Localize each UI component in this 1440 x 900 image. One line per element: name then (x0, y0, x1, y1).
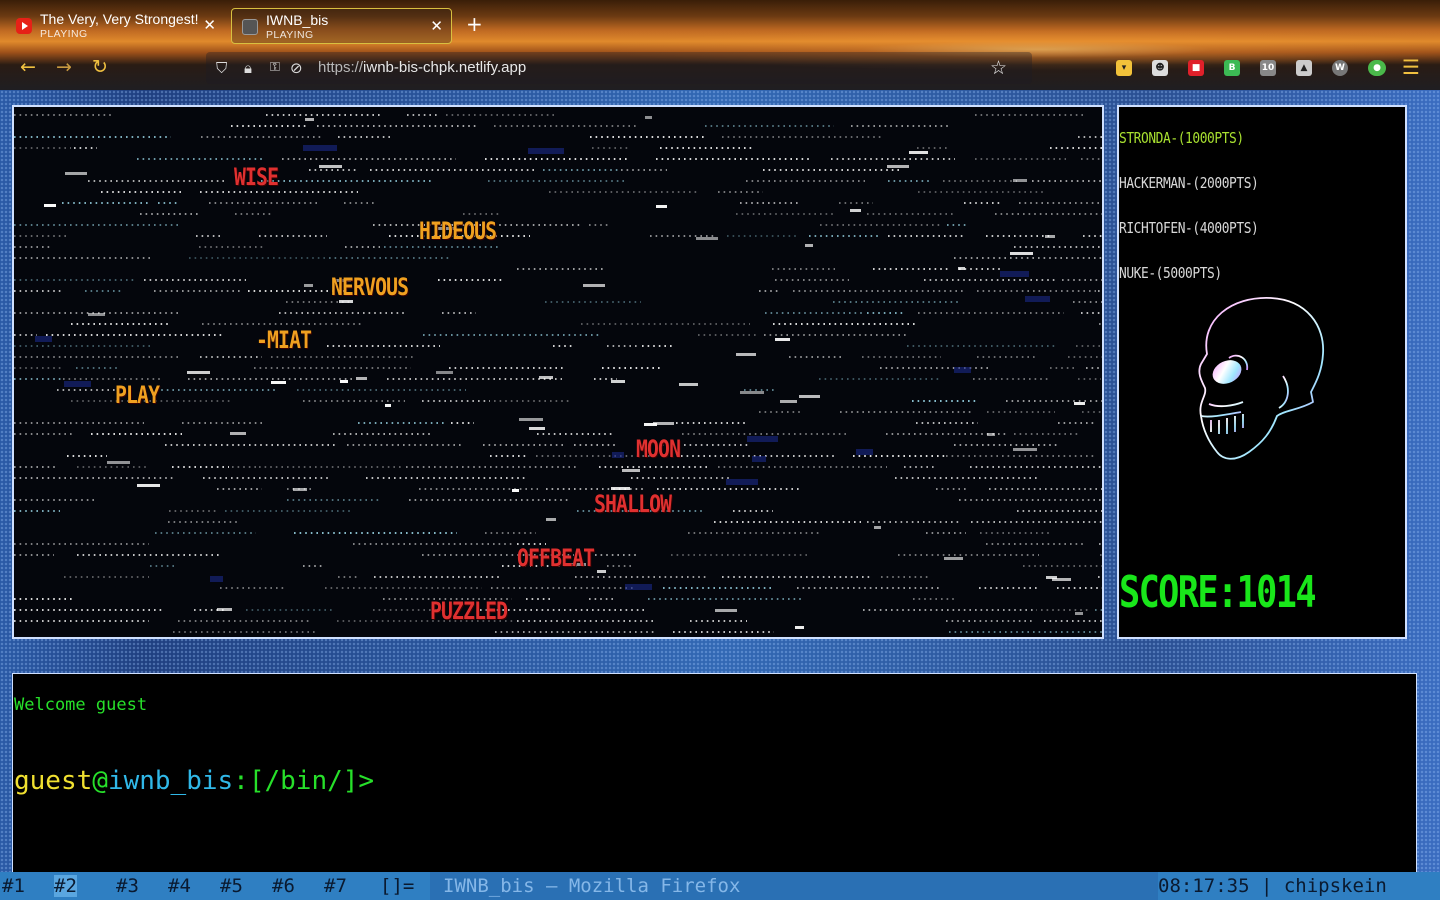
welcome-message: Welcome guest (14, 695, 148, 715)
url-bar[interactable]: ⛉ 🔒︎ ⚿ ⊘ https://iwnb-bis-chpk.netlify.a… (206, 52, 1032, 84)
falling-word: PLAY (115, 381, 160, 409)
permissions-icon[interactable]: ⚿ (270, 59, 280, 77)
hamburger-menu-icon[interactable]: ☰ (1402, 56, 1420, 78)
extension-toggle-icon[interactable]: ● (1368, 60, 1386, 76)
close-icon[interactable]: ✕ (430, 19, 443, 35)
tab-status: PLAYING (40, 28, 88, 40)
window-title: IWNB_bis — Mozilla Firefox (430, 872, 1158, 900)
youtube-icon (16, 18, 32, 34)
prompt-at: @ (92, 766, 108, 796)
game-panel[interactable]: WISE HIDEOUS NERVOUS -MIAT PLAY MOON SHALLOW OF… (12, 105, 1104, 639)
workspace-4[interactable]: #4 (168, 875, 191, 897)
browser-chrome: The Very, Very Strongest! PLAYING ✕ IWNB… (0, 0, 1440, 90)
falling-word: WISE (234, 163, 279, 191)
side-panel: STRONDA-(1000PTS) HACKERMAN-(2000PTS) RI… (1117, 105, 1407, 639)
extension-car-icon[interactable]: ▲ (1296, 60, 1312, 76)
terminal[interactable]: Welcome guest guest@iwnb_bis:[/bin/]> (12, 673, 1417, 872)
tab-strip: The Very, Very Strongest! PLAYING ✕ IWNB… (0, 4, 1440, 46)
lock-icon[interactable]: 🔒︎ (244, 59, 252, 77)
tracking-blocked-icon[interactable]: ⊘ (290, 59, 303, 77)
score-display: SCORE:1014 (1119, 567, 1317, 618)
game-icon (242, 19, 258, 35)
workspace-5[interactable]: #5 (220, 875, 243, 897)
extension-10-icon[interactable]: 10 (1260, 60, 1276, 76)
workspace-2[interactable]: #2 (54, 875, 77, 897)
tab-iwnb-bis[interactable]: IWNB_bis PLAYING ✕ (231, 8, 452, 44)
url-text[interactable]: https://iwnb-bis-chpk.netlify.app (318, 59, 526, 77)
falling-word: HIDEOUS (419, 217, 497, 245)
terminal-prompt[interactable]: guest@iwnb_bis:[/bin/]> (14, 766, 374, 796)
status-clock-user: 08:17:35 | chipskein (1158, 875, 1387, 897)
bookmark-star-icon[interactable]: ☆ (990, 57, 1007, 79)
tab-title: The Very, Very Strongest! (40, 11, 199, 27)
skull-icon (1198, 297, 1324, 460)
tab-youtube[interactable]: The Very, Very Strongest! PLAYING ✕ (6, 8, 224, 44)
leaderboard-entry: STRONDA-(1000PTS) (1119, 129, 1244, 147)
new-tab-button[interactable]: + (466, 14, 483, 34)
url-protocol: https:// (318, 59, 364, 76)
close-icon[interactable]: ✕ (203, 18, 216, 34)
prompt-host: iwnb_bis (107, 766, 234, 796)
forward-button[interactable]: → (52, 56, 76, 78)
falling-word: OFFBEAT (517, 544, 595, 572)
shield-icon[interactable]: ⛉ (216, 59, 227, 77)
falling-word: NERVOUS (331, 273, 409, 301)
falling-word: PUZZLED (430, 597, 508, 625)
url-host: iwnb-bis-chpk.netlify.app (363, 59, 527, 76)
extension-b-plus-icon[interactable]: B (1224, 60, 1240, 76)
extension-lock-icon[interactable]: ■ (1188, 60, 1204, 76)
workspace-3[interactable]: #3 (116, 875, 139, 897)
tab-status: PLAYING (266, 29, 314, 41)
workspace-6[interactable]: #6 (272, 875, 295, 897)
extension-ghost-icon[interactable]: ☻ (1152, 60, 1168, 76)
reload-button[interactable]: ↻ (88, 56, 112, 78)
tab-title: IWNB_bis (266, 12, 329, 28)
leaderboard-entry: HACKERMAN-(2000PTS) (1119, 174, 1259, 192)
leaderboard-entry: RICHTOFEN-(4000PTS) (1119, 219, 1259, 237)
pocket-icon[interactable]: ▾ (1116, 60, 1132, 76)
prompt-user: guest (14, 766, 93, 796)
falling-word: -MIAT (256, 326, 312, 354)
layout-indicator[interactable]: []= (380, 875, 414, 897)
falling-word: MOON (636, 435, 681, 463)
falling-word: SHALLOW (594, 490, 672, 518)
prompt-path: :[/bin/]> (233, 766, 375, 796)
workspace-1[interactable]: #1 (2, 875, 25, 897)
extension-w-icon[interactable]: W (1332, 60, 1348, 76)
navigation-bar: ← → ↻ ⛉ 🔒︎ ⚿ ⊘ https://iwnb-bis-chpk.net… (0, 48, 1440, 88)
page-content: WISE HIDEOUS NERVOUS -MIAT PLAY MOON SHALLOW OF… (0, 90, 1440, 872)
workspace-7[interactable]: #7 (324, 875, 347, 897)
window-manager-bar: #1 #2 #3 #4 #5 #6 #7 []= IWNB_bis — Mozi… (0, 872, 1440, 900)
back-button[interactable]: ← (16, 56, 40, 78)
leaderboard-entry: NUKE-(5000PTS) (1119, 264, 1222, 282)
